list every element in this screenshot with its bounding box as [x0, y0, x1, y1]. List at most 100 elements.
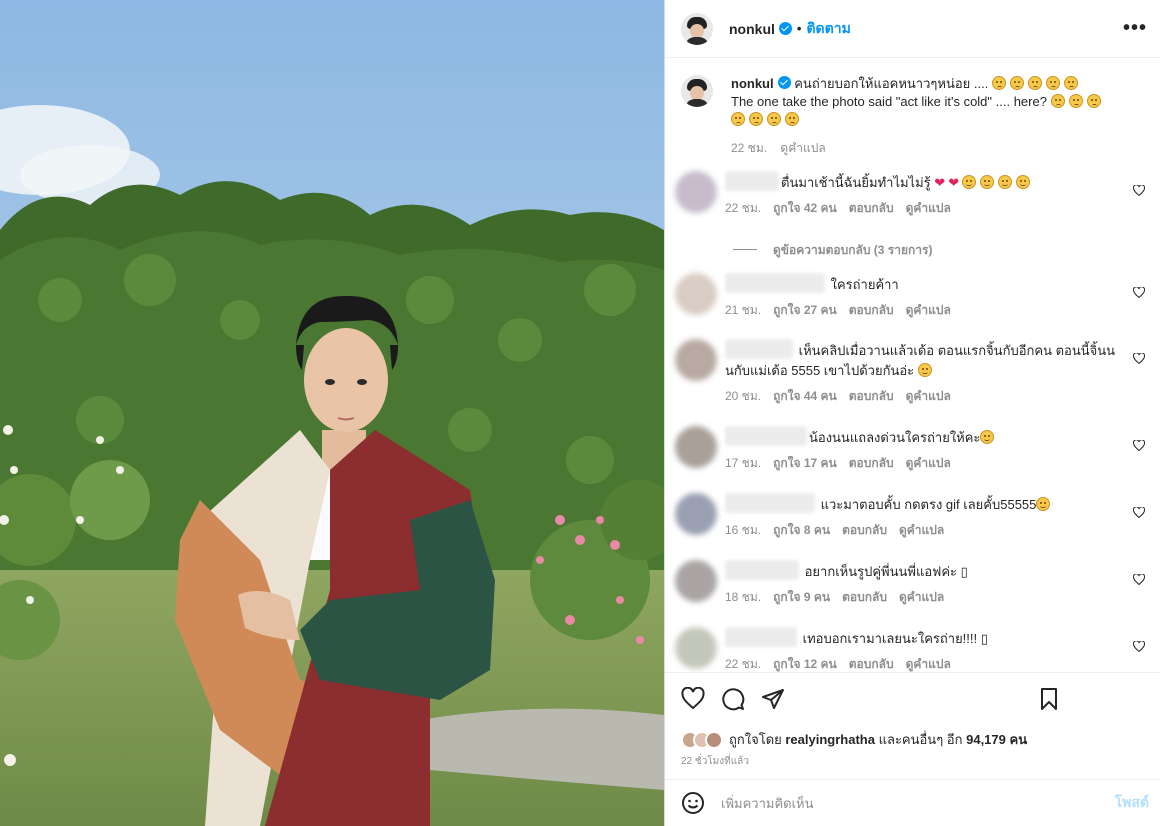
- comment-likes[interactable]: ถูกใจ 12 คน: [773, 657, 837, 671]
- view-replies-link[interactable]: ดูข้อความตอบกลับ (3 รายการ): [733, 241, 932, 260]
- translate-link[interactable]: ดูคำแปล: [906, 456, 951, 470]
- comment-text: น้องนนแถลงด่วนใครถ่ายให้คะ: [725, 426, 1151, 448]
- more-options-icon[interactable]: •••: [1123, 14, 1147, 42]
- commenter-avatar[interactable]: [675, 339, 717, 381]
- comment-text: ตื่นมาเช้านี้ฉันยิ้มทำไมไม่รู้ ❤ ❤: [725, 171, 1151, 193]
- photo-illustration: [0, 0, 664, 826]
- like-comment-heart-icon[interactable]: [1133, 353, 1145, 364]
- caption-username[interactable]: nonkul: [731, 76, 774, 91]
- reply-button[interactable]: ตอบกลับ: [842, 590, 887, 604]
- sad-emoji-icon: [1045, 76, 1060, 90]
- like-comment-heart-icon[interactable]: [1133, 507, 1145, 518]
- commenter-avatar[interactable]: [675, 627, 717, 669]
- like-comment-heart-icon[interactable]: [1133, 641, 1145, 652]
- comment-meta: 20 ชม. ถูกใจ 44 คน ตอบกลับ ดูคำแปล: [725, 387, 1151, 406]
- laughing-emoji-icon: [1036, 497, 1051, 511]
- commenter-avatar[interactable]: [675, 171, 717, 213]
- translate-link[interactable]: ดูคำแปล: [906, 201, 951, 215]
- save-bookmark-icon[interactable]: [1037, 687, 1061, 711]
- translate-link[interactable]: ดูคำแปล: [906, 657, 951, 671]
- like-comment-heart-icon[interactable]: [1133, 185, 1145, 196]
- translate-link[interactable]: ดูคำแปล: [899, 590, 944, 604]
- comment-time[interactable]: 16 ชม.: [725, 523, 761, 537]
- comment-item: ตื่นมาเช้านี้ฉันยิ้มทำไมไม่รู้ ❤ ❤ 22 ชม.…: [675, 171, 1151, 218]
- like-comment-heart-icon[interactable]: [1133, 287, 1145, 298]
- author-avatar[interactable]: [681, 12, 713, 45]
- sad-emoji-icon: [1086, 94, 1101, 108]
- comment-bubble-icon[interactable]: [721, 687, 745, 711]
- smile-emoji-icon: [998, 175, 1013, 189]
- likes-summary: ถูกใจโดย realyingrhatha และคนอื่นๆ อีก 9…: [681, 729, 1027, 750]
- commenter-username-blurred[interactable]: [725, 171, 779, 191]
- commenter-username-blurred[interactable]: [725, 339, 793, 359]
- follow-button[interactable]: ติดตาม: [806, 18, 850, 40]
- like-comment-heart-icon[interactable]: [1133, 440, 1145, 451]
- sad-emoji-icon: [767, 112, 781, 126]
- translate-link[interactable]: ดูคำแปล: [899, 523, 944, 537]
- commenter-avatar[interactable]: [675, 426, 717, 468]
- translate-link[interactable]: ดูคำแปล: [906, 303, 951, 317]
- commenter-username-blurred[interactable]: [725, 560, 799, 580]
- reply-button[interactable]: ตอบกลับ: [849, 389, 894, 403]
- likes-count[interactable]: 94,179: [966, 732, 1006, 747]
- post-time[interactable]: 22 ชั่วโมงที่แล้ว: [681, 754, 749, 769]
- post-photo[interactable]: [0, 0, 664, 826]
- comment-item: แวะมาตอบคั้บ กดตรง gif เลยคั้บ55555 16 ช…: [675, 493, 1151, 540]
- reply-button[interactable]: ตอบกลับ: [842, 523, 887, 537]
- reply-button[interactable]: ตอบกลับ: [849, 657, 894, 671]
- comment-time[interactable]: 17 ชม.: [725, 456, 761, 470]
- reply-button[interactable]: ตอบกลับ: [849, 303, 894, 317]
- commenter-avatar[interactable]: [675, 560, 717, 602]
- smile-emoji-icon: [917, 363, 932, 377]
- translate-link[interactable]: ดูคำแปล: [906, 389, 951, 403]
- comment-likes[interactable]: ถูกใจ 27 คน: [773, 303, 837, 317]
- comment-meta: 22 ชม. ถูกใจ 12 คน ตอบกลับ ดูคำแปล: [725, 655, 1151, 672]
- post-dialog: nonkul • ติดตาม ••• nonkul คนถ่ายบอกให้แ…: [0, 0, 1160, 826]
- commenter-avatar[interactable]: [675, 493, 717, 535]
- comment-text: แวะมาตอบคั้บ กดตรง gif เลยคั้บ55555: [725, 493, 1151, 515]
- commenter-username-blurred[interactable]: [725, 627, 797, 647]
- sad-emoji-icon: [749, 112, 763, 126]
- emoji-picker-icon[interactable]: [681, 791, 705, 815]
- post-header: nonkul • ติดตาม •••: [665, 0, 1160, 58]
- post-comment-button[interactable]: โพสต์: [1115, 792, 1149, 814]
- caption-avatar[interactable]: [681, 75, 713, 107]
- commenter-avatar[interactable]: [675, 273, 717, 315]
- reply-button[interactable]: ตอบกลับ: [849, 456, 894, 470]
- share-paper-plane-icon[interactable]: [761, 687, 785, 711]
- comment-time[interactable]: 20 ชม.: [725, 389, 761, 403]
- like-heart-icon[interactable]: [681, 687, 705, 711]
- comment-likes[interactable]: ถูกใจ 9 คน: [773, 590, 830, 604]
- comment-time[interactable]: 22 ชม.: [725, 201, 761, 215]
- author-username[interactable]: nonkul: [729, 21, 775, 37]
- sad-emoji-icon: [1068, 94, 1083, 108]
- reply-button[interactable]: ตอบกลับ: [849, 201, 894, 215]
- comment-input[interactable]: เพิ่มความคิดเห็น: [721, 793, 1115, 814]
- comment-time[interactable]: 21 ชม.: [725, 303, 761, 317]
- sad-emoji-icon: [731, 112, 745, 126]
- sad-emoji-icon: [1027, 76, 1042, 90]
- comment-meta: 16 ชม. ถูกใจ 8 คน ตอบกลับ ดูคำแปล: [725, 521, 1151, 540]
- caption-time[interactable]: 22 ชม.: [731, 141, 767, 155]
- comment-text: ใครถ่ายค้าา: [725, 273, 1151, 295]
- commenter-username-blurred[interactable]: [725, 273, 825, 293]
- comment-time[interactable]: 18 ชม.: [725, 590, 761, 604]
- commenter-username-blurred[interactable]: [725, 493, 815, 513]
- commenter-username-blurred[interactable]: [725, 426, 807, 446]
- likes-suffix: คน: [1009, 732, 1028, 747]
- comment-likes[interactable]: ถูกใจ 8 คน: [773, 523, 830, 537]
- comment-item: น้องนนแถลงด่วนใครถ่ายให้คะ 17 ชม. ถูกใจ 1…: [675, 426, 1151, 473]
- add-comment-bar: เพิ่มความคิดเห็น โพสต์: [665, 779, 1160, 826]
- comment-time[interactable]: 22 ชม.: [725, 657, 761, 671]
- action-bar: [665, 672, 1160, 728]
- comment-likes[interactable]: ถูกใจ 17 คน: [773, 456, 837, 470]
- comment-item: เทอบอกเรามาเลยนะใครถ่าย!!!! ▯ 22 ชม. ถูกใ…: [675, 627, 1151, 672]
- comments-list[interactable]: nonkul คนถ่ายบอกให้แอคหนาวๆหน่อย .... Th…: [665, 59, 1160, 672]
- liker-username[interactable]: realyingrhatha: [785, 732, 875, 747]
- comment-likes[interactable]: ถูกใจ 44 คน: [773, 389, 837, 403]
- liker-avatar[interactable]: [705, 730, 723, 749]
- like-comment-heart-icon[interactable]: [1133, 574, 1145, 585]
- comment-likes[interactable]: ถูกใจ 42 คน: [773, 201, 837, 215]
- caption-translate-link[interactable]: ดูคำแปล: [780, 141, 825, 155]
- sad-emoji-icon: [1009, 76, 1024, 90]
